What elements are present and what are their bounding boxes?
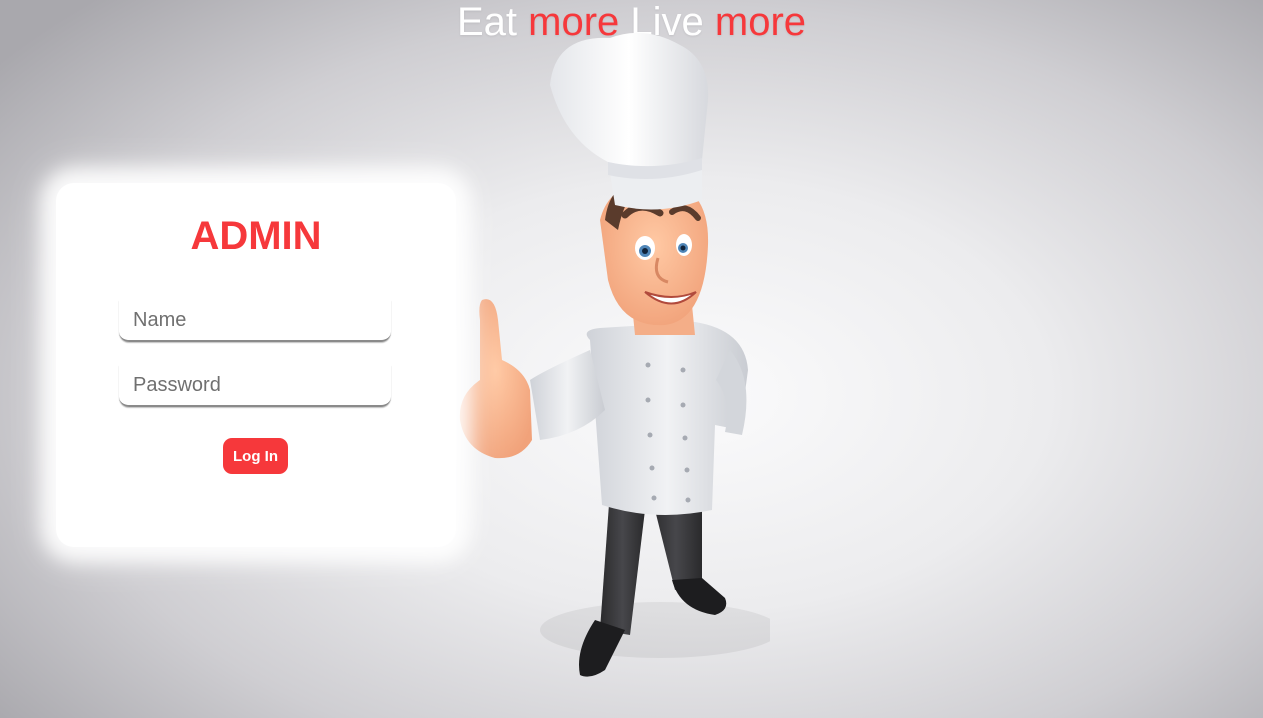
password-input[interactable] [119, 365, 391, 407]
login-card: ADMIN Log In [56, 183, 456, 547]
login-title: ADMIN [190, 214, 322, 258]
login-button[interactable]: Log In [223, 438, 288, 474]
name-input[interactable] [119, 300, 391, 342]
chef-thumbs-up-icon [459, 32, 770, 677]
